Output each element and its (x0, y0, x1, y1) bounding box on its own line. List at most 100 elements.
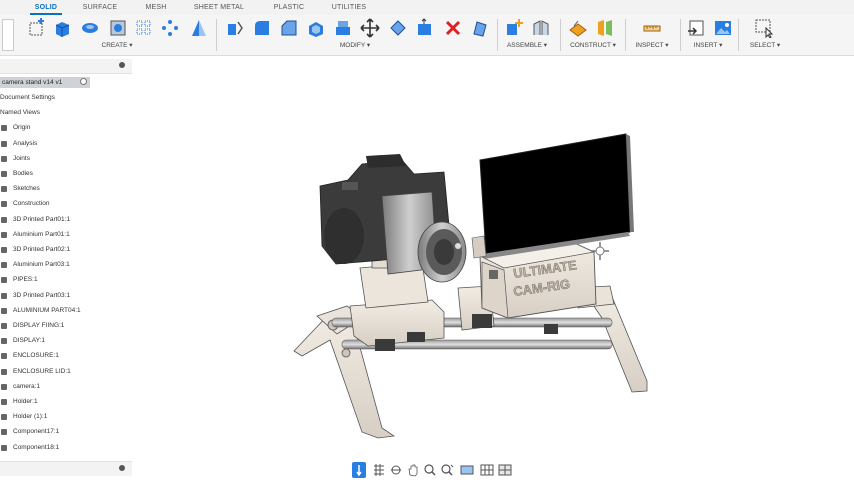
browser-tree-item[interactable]: 3D Printed Part02:1 (1, 244, 70, 256)
browser-tree-item[interactable]: Aluminium Part01:1 (1, 229, 70, 241)
tab-surface[interactable]: SURFACE (80, 0, 120, 15)
move-icon[interactable] (360, 18, 380, 38)
insert-menu[interactable]: INSERT ▾ (688, 41, 728, 49)
extrude-icon[interactable] (52, 18, 72, 38)
measure-icon[interactable] (642, 18, 662, 38)
display-settings-icon[interactable] (460, 462, 474, 478)
fit-view-icon[interactable] (440, 462, 454, 478)
create-menu[interactable]: CREATE ▾ (92, 41, 142, 49)
combine-icon[interactable] (333, 18, 353, 38)
browser-tree-item[interactable]: 3D Printed Part01:1 (1, 214, 70, 226)
grid-snaps-icon[interactable] (480, 462, 494, 478)
mirror-icon[interactable] (189, 18, 209, 38)
browser-tree-item[interactable]: 3D Printed Part03:1 (1, 290, 70, 302)
plane-at-angle-icon[interactable] (595, 18, 615, 38)
browser-root-component[interactable]: camera stand v14 v1 (0, 77, 90, 88)
collapse-browser-button[interactable] (119, 62, 125, 68)
scale-icon[interactable] (415, 18, 435, 38)
offset-plane-icon[interactable] (568, 18, 588, 38)
browser-tree-item[interactable]: camera:1 (1, 381, 40, 393)
browser-tree-item[interactable]: Document Settings (0, 92, 55, 104)
tab-mesh[interactable]: MESH (140, 0, 172, 15)
browser-tree-item[interactable]: DISPLAY FIING:1 (1, 320, 64, 332)
browser-tree-item[interactable]: DISPLAY:1 (1, 335, 45, 347)
hole-icon[interactable] (108, 18, 128, 38)
tree-expand-icon[interactable] (1, 262, 7, 269)
tree-expand-icon[interactable] (1, 353, 7, 360)
browser-tree-item[interactable]: Origin (1, 122, 30, 134)
delete-icon[interactable] (443, 18, 463, 38)
orbit-icon[interactable] (389, 462, 403, 478)
activate-component-icon[interactable] (80, 78, 87, 85)
tree-expand-icon[interactable] (1, 383, 7, 390)
select-menu[interactable]: SELECT ▾ (744, 41, 786, 49)
tree-expand-icon[interactable] (1, 201, 7, 208)
modify-menu[interactable]: MODIFY ▾ (330, 41, 380, 49)
tree-expand-icon[interactable] (1, 307, 7, 314)
viewports-icon[interactable] (498, 462, 512, 478)
new-sketch-icon[interactable] (27, 18, 47, 38)
tree-expand-icon[interactable] (1, 338, 7, 345)
pattern-icon[interactable] (134, 18, 154, 38)
browser-tree-item[interactable]: Component18:1 (1, 442, 59, 454)
browser-tree-item[interactable]: Holder (1):1 (1, 411, 47, 423)
tree-expand-icon[interactable] (1, 247, 7, 253)
browser-tree-item[interactable]: Sketches (1, 183, 40, 195)
browser-tree-item[interactable]: Analysis (1, 138, 37, 150)
workspace-switcher[interactable] (2, 19, 14, 51)
tab-plastic[interactable]: PLASTIC (270, 0, 308, 15)
browser-tree-item[interactable]: ENCLOSURE:1 (1, 350, 59, 362)
inspect-menu[interactable]: INSPECT ▾ (630, 41, 674, 49)
expand-comments-button[interactable] (119, 465, 125, 471)
browser-tree-item[interactable]: ENCLOSURE LID:1 (1, 366, 71, 378)
browser-tree-item[interactable]: Construction (1, 198, 50, 210)
browser-tree-item[interactable]: Aluminium Part03:1 (1, 259, 70, 271)
browser-tree-item[interactable]: Component17:1 (1, 426, 59, 438)
tree-expand-icon[interactable] (1, 323, 7, 329)
construct-menu[interactable]: CONSTRUCT ▾ (566, 41, 620, 49)
tree-expand-icon[interactable] (1, 171, 7, 177)
fillet-icon[interactable] (252, 18, 272, 38)
tree-expand-icon[interactable] (1, 414, 7, 421)
tab-utilities[interactable]: UTILITIES (328, 0, 370, 15)
new-component-icon[interactable] (504, 18, 524, 38)
physical-material-icon[interactable] (470, 18, 490, 38)
canvas-viewport[interactable]: ULTIMATE CAM-RIG (132, 56, 854, 462)
tree-expand-icon[interactable] (1, 231, 7, 238)
tree-expand-icon[interactable] (1, 216, 7, 223)
tree-expand-icon[interactable] (1, 155, 7, 162)
tree-expand-icon[interactable] (1, 429, 7, 436)
tree-expand-icon[interactable] (1, 444, 7, 451)
tree-expand-icon[interactable] (1, 368, 7, 375)
shell-icon[interactable] (306, 18, 326, 38)
browser-tree-item[interactable]: Named Views (0, 107, 40, 119)
align-icon[interactable] (388, 18, 408, 38)
model-canvas[interactable]: ULTIMATE CAM-RIG (132, 56, 854, 462)
tree-expand-icon[interactable] (1, 399, 7, 405)
insert-derive-icon[interactable] (686, 18, 706, 38)
tree-expand-icon[interactable] (1, 140, 7, 147)
select-icon[interactable] (754, 18, 774, 38)
press-pull-icon[interactable] (225, 18, 245, 38)
browser-tree-item[interactable]: Joints (1, 153, 30, 165)
assemble-menu[interactable]: ASSEMBLE ▾ (503, 41, 551, 49)
tab-sheet-metal[interactable]: SHEET METAL (190, 0, 248, 15)
tab-solid[interactable]: SOLID (30, 0, 62, 15)
browser-tree-item[interactable]: Holder:1 (1, 396, 38, 408)
joint-origin-icon[interactable] (352, 462, 366, 478)
tree-expand-icon[interactable] (1, 186, 7, 193)
browser-tree-item[interactable]: Bodies (1, 168, 33, 180)
tree-expand-icon[interactable] (1, 277, 7, 284)
browser-tree-item[interactable]: PIPES:1 (1, 274, 38, 286)
browser-tree-item[interactable]: ALUMINIUM PART04:1 (1, 305, 81, 317)
grid-toggle-icon[interactable] (372, 462, 386, 478)
circular-pattern-icon[interactable] (160, 18, 180, 38)
tree-expand-icon[interactable] (1, 125, 7, 132)
joint-icon[interactable] (531, 18, 551, 38)
tree-expand-icon[interactable] (1, 292, 7, 299)
revolve-icon[interactable] (80, 18, 100, 38)
zoom-icon[interactable] (423, 462, 437, 478)
insert-image-icon[interactable] (713, 18, 733, 38)
pan-hand-icon[interactable] (406, 462, 420, 478)
chamfer-icon[interactable] (279, 18, 299, 38)
